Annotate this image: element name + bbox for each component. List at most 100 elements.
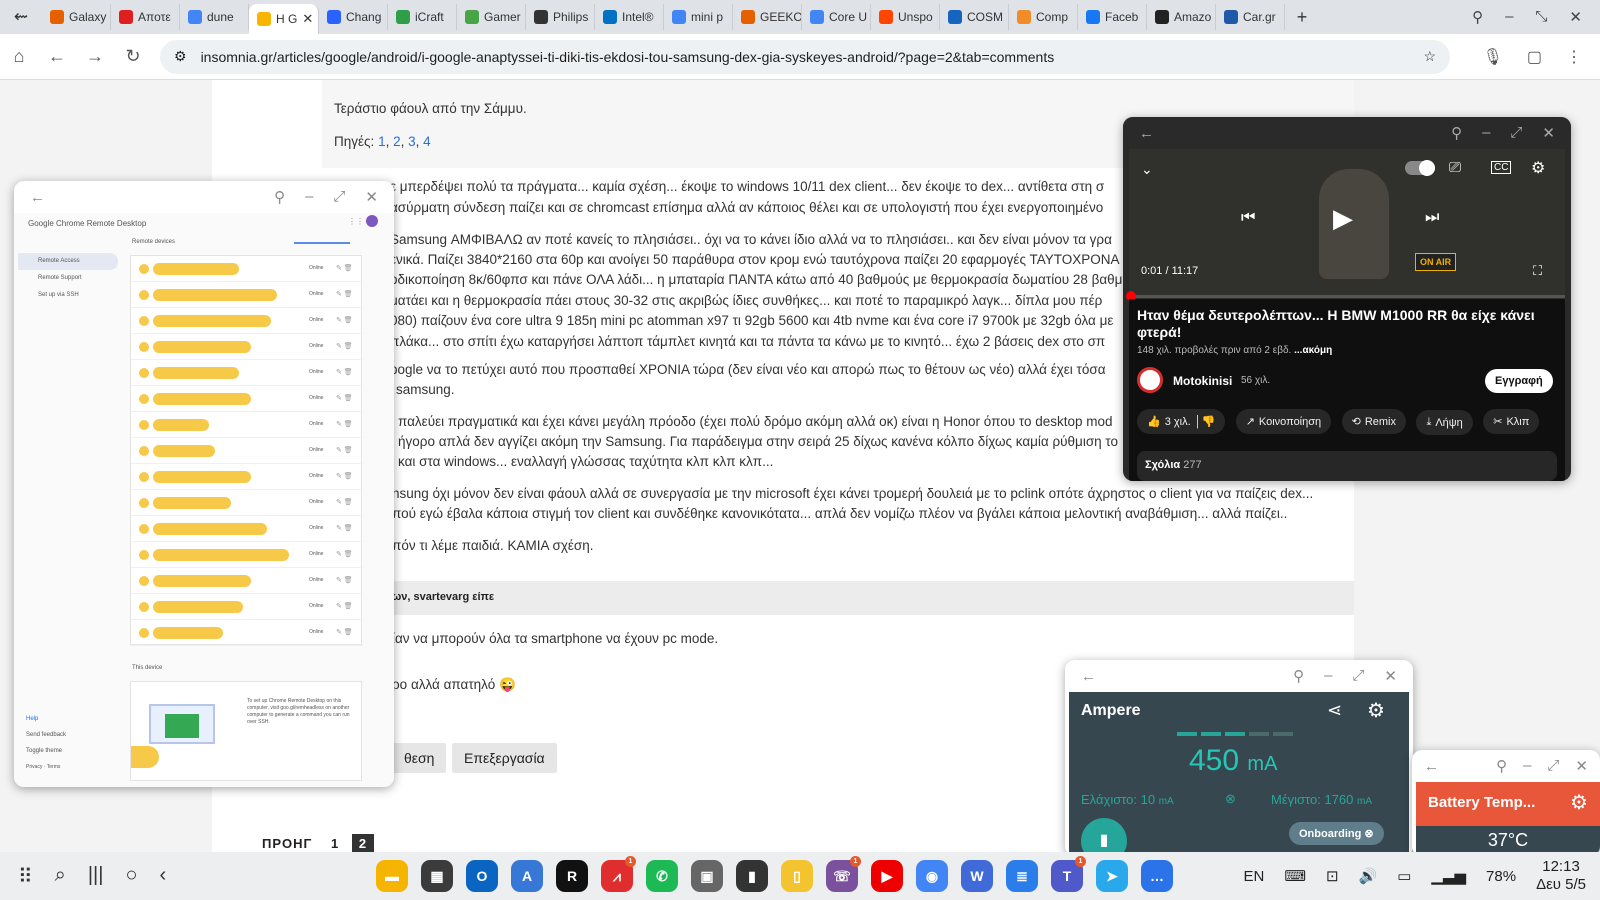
teams-icon[interactable]: T1 [1051, 856, 1086, 892]
cast-icon[interactable]: ⎚ [1449, 159, 1461, 176]
fullscreen-icon[interactable]: ⛶ [1533, 263, 1542, 279]
address-bar[interactable]: ⚙ insomnia.gr/articles/google/android/i-… [160, 39, 1450, 74]
screenshot-icon[interactable]: ⊡ [1326, 867, 1339, 885]
device-row[interactable]: Online ✎ 🗑 [131, 308, 363, 334]
minimize-icon[interactable]: – [1505, 8, 1513, 26]
pin-icon[interactable]: ⚲ [274, 188, 285, 206]
wear-icon[interactable]: W [961, 860, 993, 892]
notes-icon[interactable]: ▯ [781, 860, 813, 892]
device-row[interactable]: Online ✎ 🗑 [131, 282, 363, 308]
forward-icon[interactable]: → [76, 46, 114, 67]
reset-icon[interactable]: ⊗ [1225, 791, 1236, 807]
site-info-icon[interactable]: ⚙ [174, 48, 187, 65]
edit-delete-icons[interactable]: ✎ 🗑 [336, 420, 353, 428]
telegram-icon[interactable]: ➤ [1096, 860, 1128, 892]
progress-bar[interactable] [1129, 295, 1565, 298]
tab-count-icon[interactable]: ▢ [1527, 47, 1542, 67]
maximize-icon[interactable]: ⤢ [1510, 124, 1522, 142]
notifications-icon[interactable]: ▭ [1397, 867, 1411, 885]
pin-icon[interactable]: ⚲ [1451, 124, 1462, 142]
browser-tab[interactable]: Intel® [595, 4, 664, 30]
files-icon[interactable]: ▬ [376, 860, 408, 892]
minimize-icon[interactable]: – [305, 188, 313, 206]
recents-icon[interactable]: ||| [88, 864, 104, 889]
browser-tab[interactable]: Faceb [1078, 4, 1147, 30]
browser-tab[interactable]: Αποτε [111, 4, 180, 30]
collapse-icon[interactable]: ⌄ [1141, 161, 1153, 178]
channel-avatar[interactable] [1137, 367, 1163, 393]
edit-delete-icons[interactable]: ✎ 🗑 [336, 316, 353, 324]
browser-tab[interactable]: Chang [319, 4, 388, 30]
settings-icon[interactable]: ⚙ [1367, 698, 1385, 723]
device-row[interactable]: Online ✎ 🗑 [131, 334, 363, 360]
a-app-icon[interactable]: A [511, 860, 543, 892]
edit-delete-icons[interactable]: ✎ 🗑 [336, 368, 353, 376]
edit-delete-icons[interactable]: ✎ 🗑 [336, 576, 353, 584]
outlook-icon[interactable]: O [466, 860, 498, 892]
previous-icon[interactable]: ⏮ [1241, 209, 1255, 227]
video-player[interactable]: ON AIR ⌄ ⎚ CC ⚙ ⏮ ▶ ⏭ 0:01 / 11:17 ⛶ [1126, 149, 1565, 301]
device-row[interactable]: Online ✎ 🗑 [131, 438, 363, 464]
restore-icon[interactable]: ⤡ [1535, 8, 1547, 26]
nav-remote-access[interactable]: Remote Access [18, 253, 118, 270]
search-icon[interactable]: ⌕ [55, 864, 66, 889]
download-button[interactable]: ⤓ Λήψη [1416, 410, 1473, 435]
remix-button[interactable]: ⟲ Remix [1341, 409, 1406, 434]
captions-icon[interactable]: CC [1491, 161, 1512, 174]
device-row[interactable]: Online ✎ 🗑 [131, 464, 363, 490]
back-icon[interactable]: ← [1139, 125, 1154, 142]
source-link-1[interactable]: 1 [378, 134, 386, 149]
ampere-window[interactable]: ← ⚲ – ⤢ ✕ Ampere ⋖ ⚙ 450 mA Ελάχιστο: 10 mA… [1065, 660, 1413, 856]
battery-temp-window[interactable]: ← ⚲ – ⤢ ✕ Battery Temp... ⚙ 37°C [1412, 750, 1600, 856]
edit-delete-icons[interactable]: ✎ 🗑 [336, 264, 353, 272]
home-icon[interactable]: ○ [125, 864, 137, 889]
maximize-icon[interactable]: ⤢ [1352, 667, 1364, 685]
source-link-3[interactable]: 3 [408, 134, 416, 149]
bookmark-star-icon[interactable]: ☆ [1423, 48, 1436, 65]
close-icon[interactable]: ✕ [1542, 124, 1555, 142]
browser-tab[interactable]: Gamer [457, 4, 526, 30]
tab-search-icon[interactable]: ⇜ [0, 7, 42, 27]
edit-button[interactable]: Επεξεργασία [452, 743, 557, 773]
subscribe-button[interactable]: Εγγραφή [1485, 369, 1553, 393]
settings-icon[interactable]: ⚙ [1531, 158, 1545, 178]
share-icon[interactable]: ⋖ [1327, 700, 1342, 721]
device-row[interactable]: Online ✎ 🗑 [131, 516, 363, 542]
youtube-icon[interactable]: ▶ [871, 860, 903, 892]
pin-icon[interactable]: ⚲ [1293, 667, 1304, 685]
edit-delete-icons[interactable]: ✎ 🗑 [336, 290, 353, 298]
maximize-icon[interactable]: ⤢ [1547, 757, 1559, 775]
home-icon[interactable]: ⌂ [0, 46, 38, 67]
comments-teaser[interactable]: Σχόλια 277 [1137, 451, 1557, 481]
close-icon[interactable]: ✕ [1569, 8, 1582, 26]
back-icon[interactable]: ← [1081, 668, 1096, 685]
nav-ssh[interactable]: Set up via SSH [18, 287, 118, 304]
browser-tab[interactable]: COSM [940, 4, 1009, 30]
channel-name[interactable]: Motokinisi [1173, 374, 1232, 388]
edit-delete-icons[interactable]: ✎ 🗑 [336, 394, 353, 402]
browser-tab[interactable]: Galaxy [42, 4, 111, 30]
edit-delete-icons[interactable]: ✎ 🗑 [336, 524, 353, 532]
back-icon[interactable]: ← [30, 189, 45, 206]
acrobat-icon[interactable]: ⩘ 1 [601, 856, 636, 892]
language-indicator[interactable]: EN [1243, 868, 1264, 885]
device-row[interactable]: Online ✎ 🗑 [131, 360, 363, 386]
feedback-link[interactable]: Send feedback [26, 727, 66, 743]
device-row[interactable]: Online ✎ 🗑 [131, 568, 363, 594]
device-row[interactable]: Online ✎ 🗑 [131, 490, 363, 516]
back-icon[interactable]: ‹ [160, 864, 167, 889]
privacy-terms[interactable]: Privacy · Terms [26, 759, 66, 775]
minimize-icon[interactable]: – [1482, 124, 1490, 142]
browser-tab[interactable]: dune [180, 4, 249, 30]
keyboard-icon[interactable]: ⌨ [1284, 867, 1306, 885]
menu-icon[interactable]: ⋮ [1566, 47, 1582, 67]
browser-tab[interactable]: Core U [802, 4, 871, 30]
close-tab-icon[interactable]: ✕ [302, 11, 313, 27]
close-icon[interactable]: ✕ [365, 188, 378, 206]
onboarding-chip[interactable]: Onboarding ⊗ [1289, 822, 1384, 845]
next-icon[interactable]: ⏭ [1425, 209, 1439, 227]
youtube-window[interactable]: ← ⚲ – ⤢ ✕ ON AIR ⌄ ⎚ CC ⚙ ⏮ ▶ ⏭ 0:01 / 11:1… [1123, 117, 1571, 481]
quote-button[interactable]: θεση [392, 743, 447, 773]
maximize-icon[interactable]: ⤢ [333, 188, 345, 206]
browser-tab[interactable]: mini p [664, 4, 733, 30]
